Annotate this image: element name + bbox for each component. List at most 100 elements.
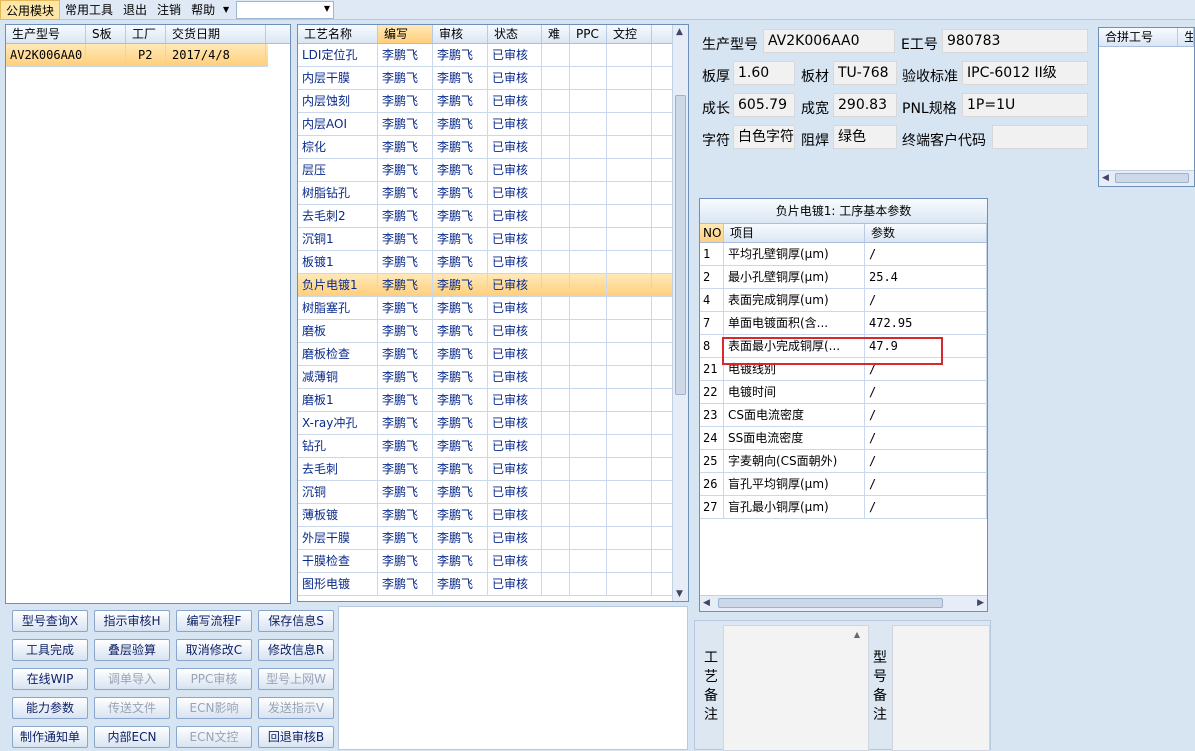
param-row[interactable]: 1 平均孔壁铜厚(μm) / <box>700 243 987 266</box>
process-ppc-cell[interactable] <box>570 113 607 135</box>
process-ppc-cell[interactable] <box>570 343 607 365</box>
scroll-left-icon[interactable]: ◀ <box>703 598 710 608</box>
process-writer-cell[interactable]: 李鹏飞 <box>378 435 433 457</box>
process-name-cell[interactable]: 图形电镀 <box>298 573 378 595</box>
process-reviewer-cell[interactable]: 李鹏飞 <box>433 182 488 204</box>
process-difficulty-cell[interactable] <box>542 44 570 66</box>
menu-combo-box[interactable]: ▼ <box>236 0 335 19</box>
process-name-cell[interactable]: 沉铜1 <box>298 228 378 250</box>
process-writer-cell[interactable]: 李鹏飞 <box>378 343 433 365</box>
scroll-right-icon[interactable]: ▶ <box>977 598 984 608</box>
param-no-cell[interactable]: 7 <box>700 312 724 334</box>
process-writer-cell[interactable]: 李鹏飞 <box>378 320 433 342</box>
process-row[interactable]: 层压 李鹏飞 李鹏飞 已审核 <box>298 159 672 182</box>
process-writer-cell[interactable]: 李鹏飞 <box>378 274 433 296</box>
param-no-cell[interactable]: 21 <box>700 358 724 380</box>
process-name-cell[interactable]: 去毛刺2 <box>298 205 378 227</box>
process-reviewer-cell[interactable]: 李鹏飞 <box>433 550 488 572</box>
merge-scroll-thumb[interactable] <box>1115 173 1189 183</box>
process-row[interactable]: 棕化 李鹏飞 李鹏飞 已审核 <box>298 136 672 159</box>
process-ppc-cell[interactable] <box>570 573 607 595</box>
action-button-9[interactable]: 在线WIP <box>12 668 88 690</box>
process-status-cell[interactable]: 已审核 <box>488 159 542 181</box>
param-value-cell[interactable]: 472.95 <box>865 312 987 334</box>
process-name-cell[interactable]: 树脂钻孔 <box>298 182 378 204</box>
process-difficulty-cell[interactable] <box>542 389 570 411</box>
process-status-cell[interactable]: 已审核 <box>488 527 542 549</box>
process-status-cell[interactable]: 已审核 <box>488 481 542 503</box>
process-writer-cell[interactable]: 李鹏飞 <box>378 136 433 158</box>
process-name-cell[interactable]: LDI定位孔 <box>298 44 378 66</box>
col-item[interactable]: 项目 <box>724 224 865 242</box>
process-doc-cell[interactable] <box>607 159 652 181</box>
param-row[interactable]: 7 单面电镀面积(含... 472.95 <box>700 312 987 335</box>
action-button-20[interactable]: 回退审核B <box>258 726 334 748</box>
process-row[interactable]: 树脂钻孔 李鹏飞 李鹏飞 已审核 <box>298 182 672 205</box>
process-row[interactable]: 内层蚀刻 李鹏飞 李鹏飞 已审核 <box>298 90 672 113</box>
process-reviewer-cell[interactable]: 李鹏飞 <box>433 90 488 112</box>
process-status-cell[interactable]: 已审核 <box>488 389 542 411</box>
process-doc-cell[interactable] <box>607 274 652 296</box>
col-sboard[interactable]: S板 <box>86 25 126 43</box>
param-item-cell[interactable]: 盲孔最小铜厚(μm) <box>724 496 865 518</box>
param-no-cell[interactable]: 25 <box>700 450 724 472</box>
process-difficulty-cell[interactable] <box>542 435 570 457</box>
params-hscrollbar[interactable]: ◀ ▶ <box>700 595 987 611</box>
field-mask[interactable]: 绿色 <box>833 125 897 149</box>
field-thickness[interactable]: 1.60 <box>733 61 795 85</box>
order-sboard-cell[interactable] <box>86 44 126 66</box>
process-doc-cell[interactable] <box>607 90 652 112</box>
action-button-4[interactable]: 保存信息S <box>258 610 334 632</box>
action-button-2[interactable]: 指示审核H <box>94 610 170 632</box>
order-factory-cell[interactable]: P2 <box>126 44 166 66</box>
param-no-cell[interactable]: 26 <box>700 473 724 495</box>
col-value[interactable]: 参数 <box>865 224 987 242</box>
process-doc-cell[interactable] <box>607 136 652 158</box>
process-name-cell[interactable]: 薄板镀 <box>298 504 378 526</box>
action-button-17[interactable]: 制作通知单 <box>12 726 88 748</box>
process-status-cell[interactable]: 已审核 <box>488 504 542 526</box>
action-button-10[interactable]: 调单导入 <box>94 668 170 690</box>
process-difficulty-cell[interactable] <box>542 504 570 526</box>
process-status-cell[interactable]: 已审核 <box>488 228 542 250</box>
param-row[interactable]: 27 盲孔最小铜厚(μm) / <box>700 496 987 519</box>
action-button-18[interactable]: 内部ECN <box>94 726 170 748</box>
action-button-5[interactable]: 工具完成 <box>12 639 88 661</box>
process-reviewer-cell[interactable]: 李鹏飞 <box>433 481 488 503</box>
param-no-cell[interactable]: 8 <box>700 335 724 357</box>
process-writer-cell[interactable]: 李鹏飞 <box>378 228 433 250</box>
process-status-cell[interactable]: 已审核 <box>488 412 542 434</box>
action-button-13[interactable]: 能力参数 <box>12 697 88 719</box>
process-ppc-cell[interactable] <box>570 159 607 181</box>
param-no-cell[interactable]: 27 <box>700 496 724 518</box>
process-writer-cell[interactable]: 李鹏飞 <box>378 67 433 89</box>
process-row[interactable]: 减薄铜 李鹏飞 李鹏飞 已审核 <box>298 366 672 389</box>
action-button-19[interactable]: ECN文控 <box>176 726 252 748</box>
process-status-cell[interactable]: 已审核 <box>488 90 542 112</box>
param-no-cell[interactable]: 1 <box>700 243 724 265</box>
process-row[interactable]: X-ray冲孔 李鹏飞 李鹏飞 已审核 <box>298 412 672 435</box>
merge-hscrollbar[interactable]: ◀ <box>1099 170 1194 186</box>
process-name-cell[interactable]: 去毛刺 <box>298 458 378 480</box>
param-value-cell[interactable]: / <box>865 450 987 472</box>
menu-common-tools[interactable]: 常用工具 <box>60 0 118 20</box>
process-reviewer-cell[interactable]: 李鹏飞 <box>433 435 488 457</box>
field-material[interactable]: TU-768 <box>833 61 897 85</box>
process-status-cell[interactable]: 已审核 <box>488 251 542 273</box>
process-row[interactable]: 去毛刺2 李鹏飞 李鹏飞 已审核 <box>298 205 672 228</box>
process-doc-cell[interactable] <box>607 297 652 319</box>
process-difficulty-cell[interactable] <box>542 90 570 112</box>
process-doc-cell[interactable] <box>607 205 652 227</box>
process-row[interactable]: 钻孔 李鹏飞 李鹏飞 已审核 <box>298 435 672 458</box>
action-button-7[interactable]: 取消修改C <box>176 639 252 661</box>
process-ppc-cell[interactable] <box>570 320 607 342</box>
field-model[interactable]: AV2K006AA0 <box>763 29 895 53</box>
process-reviewer-cell[interactable]: 李鹏飞 <box>433 136 488 158</box>
param-item-cell[interactable]: 字麦朝向(CS面朝外) <box>724 450 865 472</box>
process-reviewer-cell[interactable]: 李鹏飞 <box>433 412 488 434</box>
param-row[interactable]: 22 电镀时间 / <box>700 381 987 404</box>
col-reviewer[interactable]: 审核 <box>433 25 488 43</box>
process-doc-cell[interactable] <box>607 458 652 480</box>
process-row[interactable]: 负片电镀1 李鹏飞 李鹏飞 已审核 <box>298 274 672 297</box>
process-doc-cell[interactable] <box>607 550 652 572</box>
